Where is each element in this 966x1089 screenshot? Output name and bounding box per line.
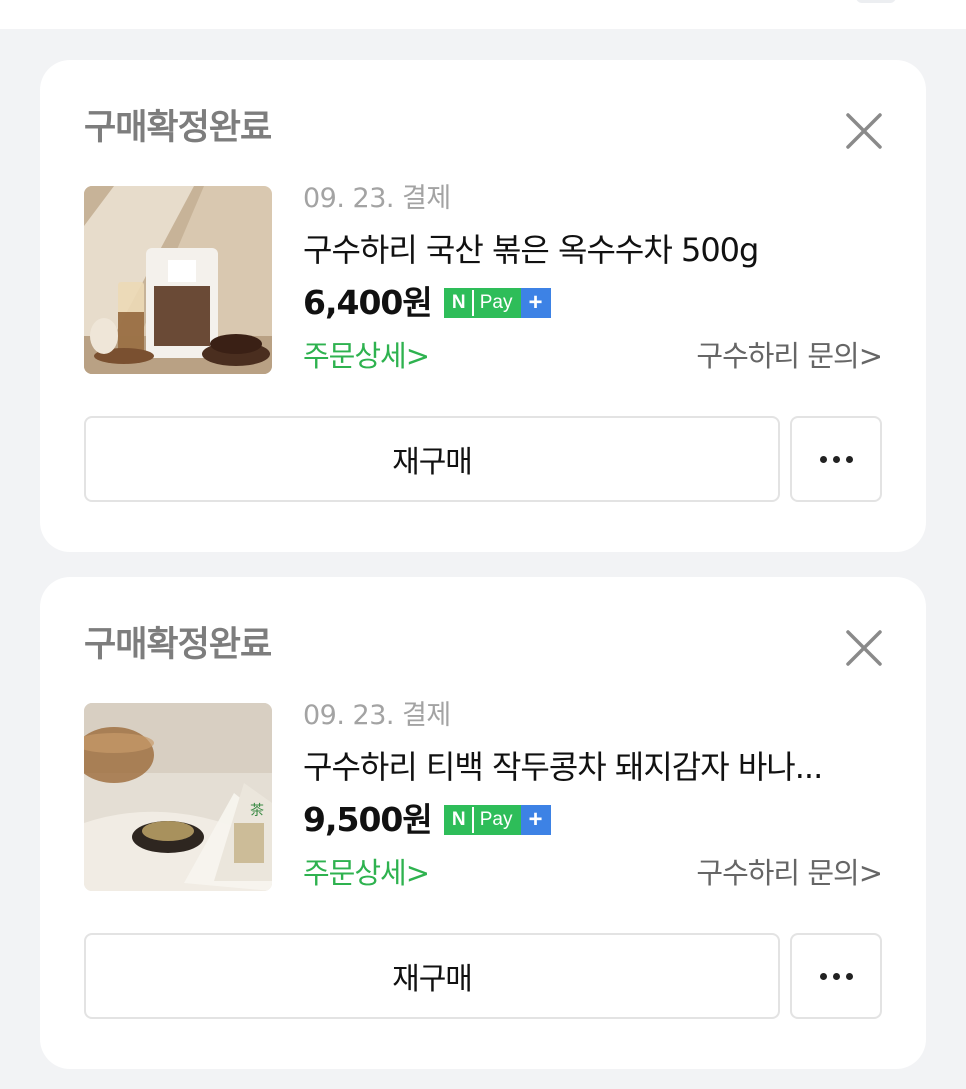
product-thumbnail[interactable]: 茶 [84, 703, 272, 891]
seller-inquiry-link[interactable]: 구수하리 문의> [696, 336, 883, 376]
price-row: 9,500원 N Pay + [303, 797, 551, 843]
top-header-strip [0, 0, 966, 29]
more-options-button[interactable] [790, 933, 882, 1019]
product-thumbnail[interactable] [84, 186, 272, 374]
product-title[interactable]: 구수하리 국산 볶은 옥수수차 500g [303, 228, 873, 272]
order-detail-link[interactable]: 주문상세> [303, 336, 430, 376]
npay-plus-badge: N Pay + [443, 805, 551, 835]
close-icon [846, 113, 882, 149]
more-dots-icon [817, 455, 856, 463]
order-status: 구매확정완료 [84, 625, 272, 665]
naver-n-icon: N [445, 290, 474, 316]
npay-plus-badge: N Pay + [443, 288, 551, 318]
header-edge [856, 0, 896, 3]
close-icon [846, 630, 882, 666]
more-options-button[interactable] [790, 416, 882, 502]
order-status: 구매확정완료 [84, 108, 272, 148]
rebuy-button[interactable]: 재구매 [84, 933, 780, 1019]
naver-n-icon: N [445, 807, 474, 833]
more-dots-icon [817, 972, 856, 980]
price-row: 6,400원 N Pay + [303, 280, 551, 326]
rebuy-button[interactable]: 재구매 [84, 416, 780, 502]
product-price: 9,500원 [303, 800, 433, 839]
plus-icon: + [520, 288, 551, 318]
product-title[interactable]: 구수하리 티백 작두콩차 돼지감자 바나... [303, 745, 873, 789]
order-card: 구매확정완료 09. 23. 결제 구수하리 국산 볶은 옥수수차 500g 6… [40, 60, 926, 552]
seller-inquiry-link[interactable]: 구수하리 문의> [696, 853, 883, 893]
order-card: 구매확정완료 茶 09. 23. 결제 구수하리 티백 작두콩차 돼지감자 바나… [40, 577, 926, 1069]
npay-label: Pay [473, 807, 521, 833]
close-button[interactable] [840, 624, 888, 672]
product-price: 6,400원 [303, 283, 433, 322]
payment-date: 09. 23. 결제 [303, 183, 451, 214]
npay-label: Pay [473, 290, 521, 316]
order-detail-link[interactable]: 주문상세> [303, 853, 430, 893]
close-button[interactable] [840, 107, 888, 155]
plus-icon: + [520, 805, 551, 835]
payment-date: 09. 23. 결제 [303, 700, 451, 731]
svg-text:茶: 茶 [250, 803, 264, 819]
